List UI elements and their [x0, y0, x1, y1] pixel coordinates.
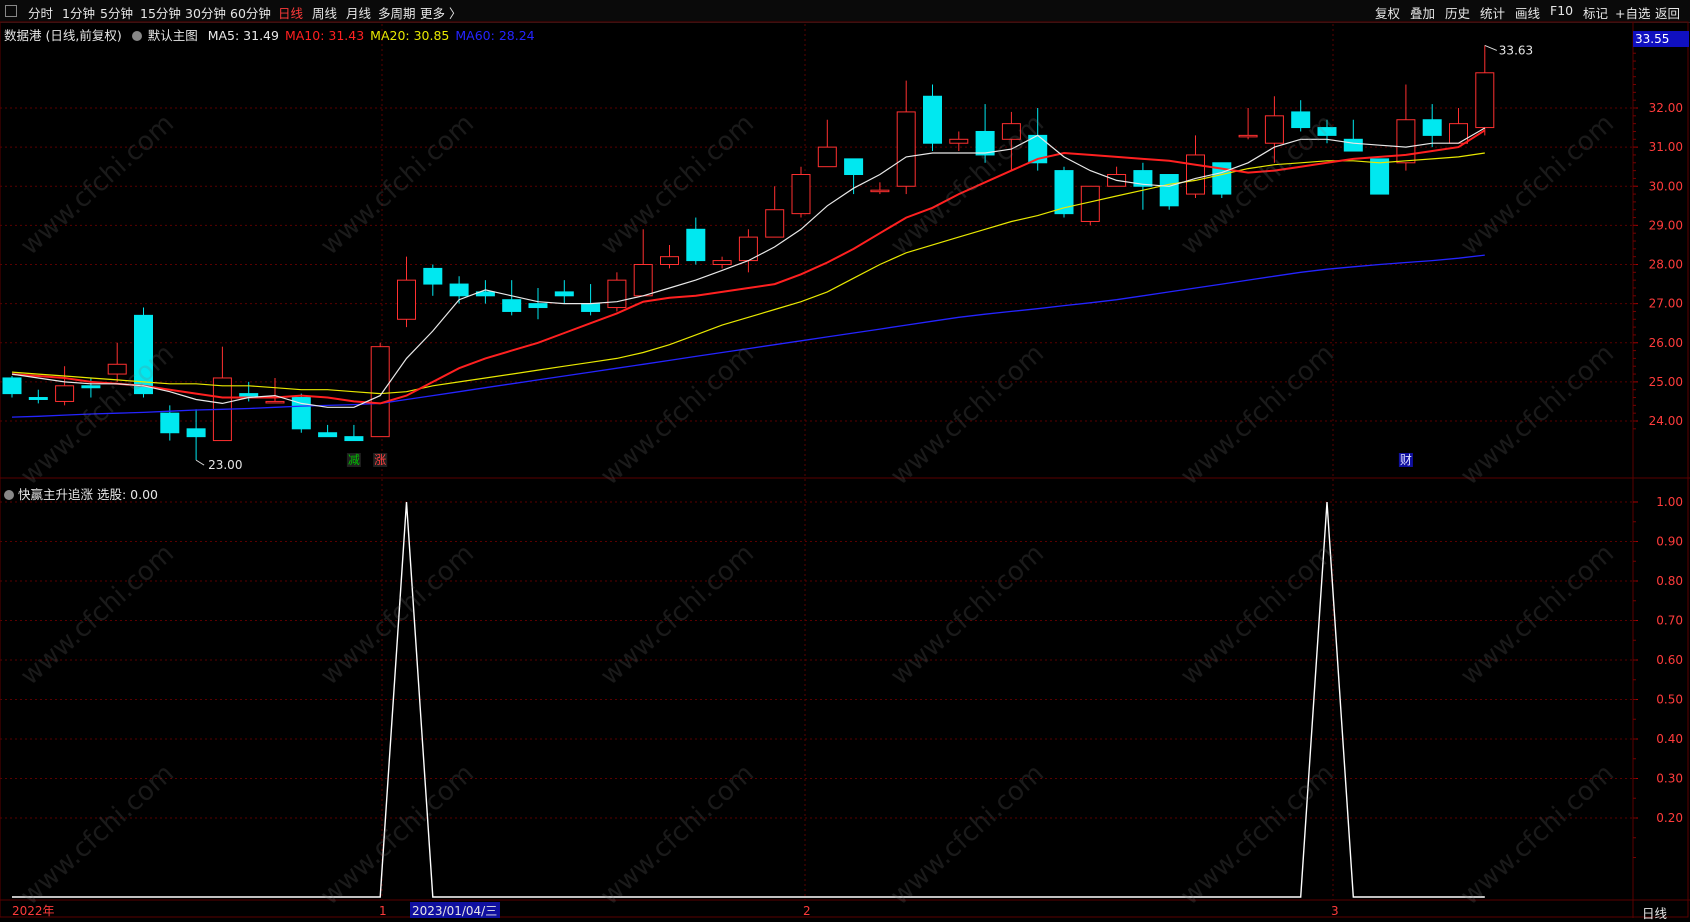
date-label-1: 1 [379, 904, 387, 918]
up-candle [660, 256, 679, 265]
chart-frame [0, 21, 1689, 918]
up-candle [55, 385, 75, 402]
period-label[interactable]: 日线 [1642, 903, 1667, 922]
chart-canvas[interactable]: 32.0031.0030.0029.0028.0027.0026.0025.00… [0, 0, 1690, 918]
down-candle [344, 436, 364, 442]
price-tick-label: 24.00 [1649, 414, 1683, 428]
up-candle [765, 209, 785, 238]
up-candle [633, 264, 653, 297]
down-candle [318, 432, 338, 438]
low-price-label: 23.00 [208, 458, 242, 472]
down-candle [449, 283, 469, 297]
price-tick-label: 25.00 [1649, 375, 1683, 389]
down-candle [28, 397, 48, 400]
event-marker-2[interactable]: 财 [1400, 453, 1412, 467]
settings-dot-icon[interactable] [131, 31, 142, 41]
down-candle [1054, 170, 1074, 215]
indicator-tick-label: 0.70 [1656, 614, 1683, 628]
indicator-tick-label: 0.40 [1656, 732, 1683, 746]
down-candle [160, 412, 180, 434]
ma-label-2: MA20: 30.85 [370, 28, 450, 43]
up-candle [607, 279, 627, 309]
down-candle [686, 228, 706, 262]
price-tick-label: 26.00 [1649, 336, 1683, 350]
down-candle [528, 303, 548, 309]
high-price-label: 33.63 [1499, 43, 1533, 57]
indicator-label[interactable]: 快赢主升追涨 选股: 0.00 [18, 487, 158, 502]
date-label-0: 2022年 [12, 904, 55, 918]
down-candle [1422, 119, 1442, 136]
indicator-tick-label: 0.20 [1656, 811, 1683, 825]
price-tick-label: 29.00 [1649, 218, 1683, 232]
main-chart-legend: 数据港 (日线,前复权) 默认主图 MA5: 31.49 MA10: 31.43 M… [4, 25, 547, 44]
price-tick-label: 27.00 [1649, 297, 1683, 311]
current-price-box: 33.55 [1633, 31, 1689, 47]
indicator-legend: 快赢主升追涨 选股: 0.00 [4, 484, 158, 503]
main-chart-label[interactable]: 默认主图 [148, 28, 198, 43]
event-marker-0[interactable]: 减 [348, 453, 360, 467]
price-tick-label: 28.00 [1649, 258, 1683, 272]
price-tick-label: 31.00 [1649, 140, 1683, 154]
up-candle [870, 189, 890, 193]
down-candle [1343, 138, 1363, 152]
up-candle [712, 260, 732, 265]
indicator-tick-label: 1.00 [1656, 495, 1683, 509]
up-candle [265, 400, 285, 404]
up-candle [791, 174, 811, 215]
low-pointer [195, 459, 205, 466]
up-candle [107, 363, 127, 375]
high-pointer [1484, 44, 1497, 51]
up-candle [949, 138, 969, 144]
indicator-tick-label: 0.30 [1656, 772, 1683, 786]
ma-label-3: MA60: 28.24 [455, 28, 535, 43]
up-candle [817, 146, 837, 168]
down-candle [1370, 158, 1390, 195]
indicator-tick-label: 0.60 [1656, 653, 1683, 667]
event-marker-1[interactable]: 涨 [374, 452, 386, 467]
down-candle [2, 377, 22, 395]
up-candle [1001, 123, 1021, 140]
down-candle [1291, 111, 1311, 129]
date-label-4: 3 [1331, 904, 1339, 918]
up-candle [1475, 72, 1495, 129]
down-candle [923, 95, 942, 144]
up-candle [397, 279, 416, 320]
date-label-2: 2023/01/04/三 [412, 904, 497, 918]
down-candle [423, 267, 443, 285]
ma-legend: MA5: 31.49 MA10: 31.43 MA20: 30.85 MA60: 28… [208, 28, 541, 43]
up-candle [896, 111, 916, 187]
down-candle [581, 303, 601, 312]
ma60-line [11, 254, 1485, 418]
down-candle [554, 291, 574, 297]
down-candle [291, 397, 311, 430]
down-candle [186, 428, 206, 438]
indicator-line [12, 501, 1485, 898]
up-candle [1238, 134, 1258, 138]
down-candle [1159, 174, 1179, 207]
ma20-line [11, 152, 1485, 395]
stock-name[interactable]: 数据港 (日线,前复权) [4, 28, 122, 43]
price-tick-label: 32.00 [1649, 101, 1683, 115]
indicator-settings-icon[interactable] [4, 490, 14, 500]
ma-label-0: MA5: 31.49 [207, 28, 279, 43]
date-label-3: 2 [803, 904, 811, 918]
indicator-tick-label: 0.90 [1656, 535, 1683, 549]
down-candle [975, 130, 995, 156]
ma-label-1: MA10: 31.43 [284, 28, 365, 43]
indicator-tick-label: 0.50 [1656, 693, 1683, 707]
down-candle [844, 158, 864, 176]
up-candle [370, 346, 390, 438]
up-candle [1264, 115, 1284, 144]
down-candle [502, 299, 522, 312]
up-candle [1186, 154, 1205, 195]
down-candle [1317, 127, 1337, 136]
price-tick-label: 30.00 [1649, 179, 1683, 193]
down-candle [81, 385, 101, 389]
up-candle [1449, 123, 1468, 144]
indicator-tick-label: 0.80 [1656, 574, 1683, 588]
